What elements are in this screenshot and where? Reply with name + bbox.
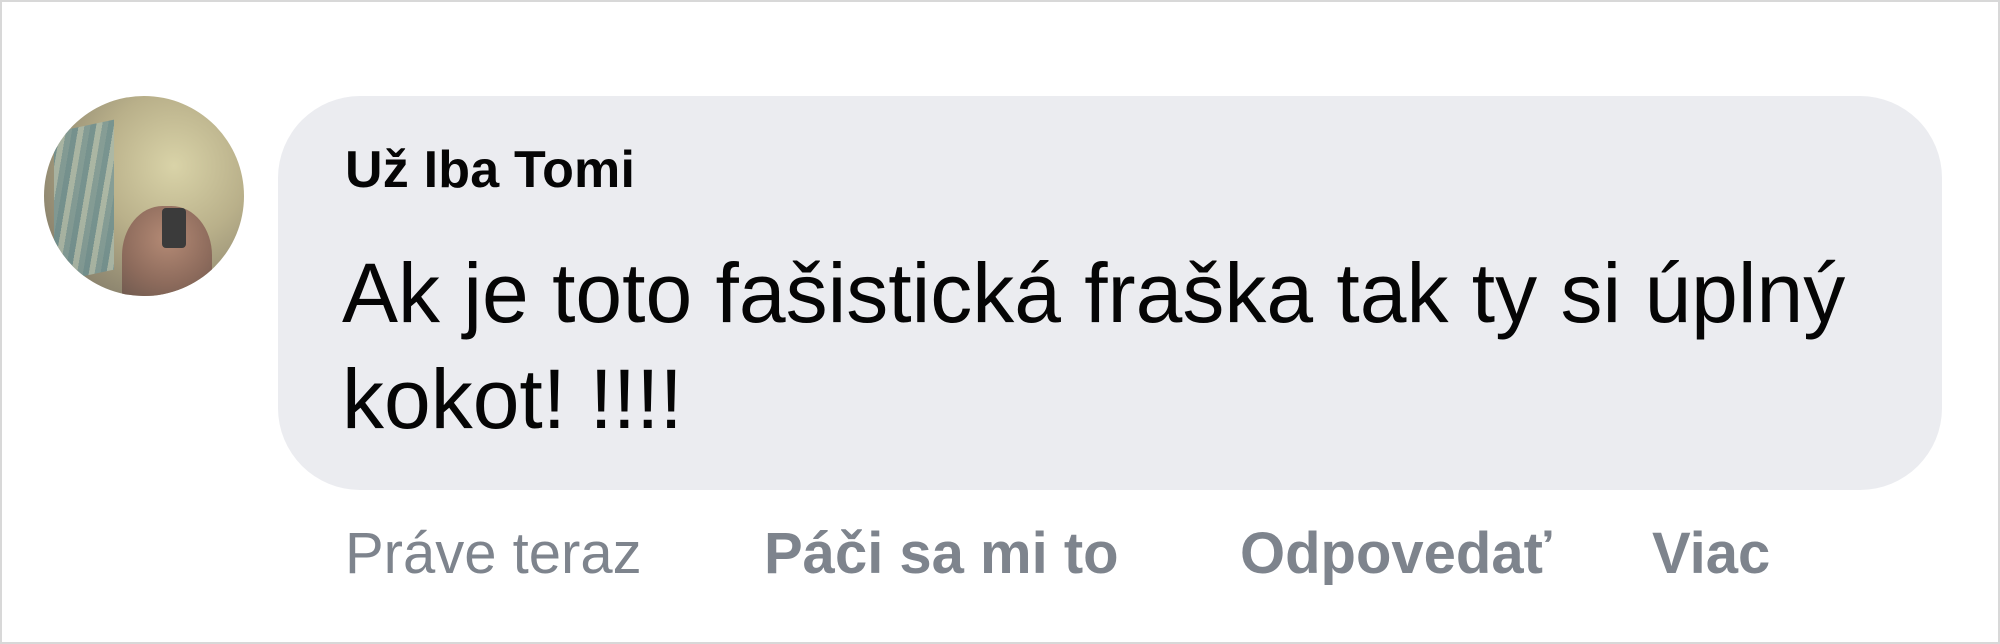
reply-button[interactable]: Odpovedať xyxy=(1240,520,1551,587)
like-button[interactable]: Páči sa mi to xyxy=(764,520,1119,587)
comment-text: Ak je toto fašistická fraška tak ty si ú… xyxy=(342,246,1846,446)
comment-author[interactable]: Už Iba Tomi xyxy=(345,140,635,200)
more-button[interactable]: Viac xyxy=(1652,520,1770,587)
comment-timestamp[interactable]: Práve teraz xyxy=(345,520,642,587)
avatar[interactable] xyxy=(44,96,244,296)
avatar-phone xyxy=(162,208,186,248)
avatar-background xyxy=(54,119,114,283)
comment: Už Iba Tomi Ak je toto fašistická fraška… xyxy=(0,0,2000,644)
